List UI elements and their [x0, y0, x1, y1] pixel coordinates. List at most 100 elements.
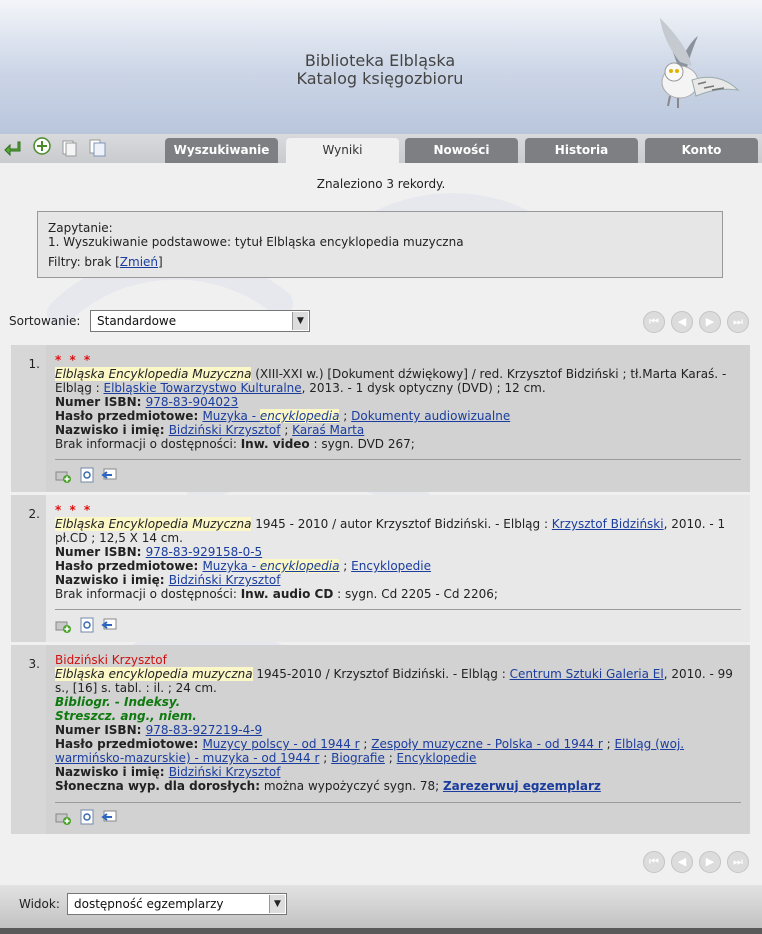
isbn-link[interactable]: 978-83-904023	[146, 395, 239, 409]
snowy-owl-logo	[660, 18, 740, 108]
first-page-icon[interactable]: ⏮	[643, 851, 665, 873]
back-arrow-icon[interactable]	[4, 139, 22, 157]
isbn-label: Numer ISBN	[55, 545, 137, 559]
subject-line: Hasło przedmiotowe: Muzycy polscy - od 1…	[55, 737, 685, 765]
chevron-down-icon[interactable]: ▼	[269, 895, 285, 913]
location-text: można wypożyczyć sygn. 78;	[260, 779, 443, 793]
publisher-link[interactable]: Centrum Sztuki Galeria El	[510, 667, 664, 681]
record-body: Bidziński Krzysztof Elbląska encyklopedi…	[46, 645, 750, 834]
isbn-line: Numer ISBN: 978-83-904023	[55, 395, 239, 409]
publisher-link[interactable]: Krzysztof Bidziński	[552, 517, 664, 531]
isbn-line: Numer ISBN: 978-83-929158-0-5	[55, 545, 263, 559]
details-icon[interactable]	[79, 617, 95, 633]
tab-konto[interactable]: Konto	[645, 138, 758, 164]
last-page-icon[interactable]: ⏭	[727, 311, 749, 333]
change-filters-link[interactable]: Zmień	[120, 255, 158, 269]
subject-text: Muzyka -	[202, 559, 260, 573]
name-line: Nazwisko i imię: Bidziński Krzysztof	[55, 573, 281, 587]
subject-link[interactable]: Encyklopedie	[351, 559, 431, 573]
record-note: Bibliogr. - Indeksy.	[55, 695, 181, 709]
subject-link[interactable]: Biografie	[331, 751, 385, 765]
prev-page-icon[interactable]: ◀	[671, 311, 693, 333]
isbn-label: Numer ISBN	[55, 723, 137, 737]
subject-text-highlight: encyklopedia	[259, 409, 340, 423]
subject-label: Hasło przedmiotowe	[55, 409, 194, 423]
subject-link[interactable]: Encyklopedie	[397, 751, 477, 765]
name-link[interactable]: Bidziński Krzysztof	[169, 423, 281, 437]
isbn-link[interactable]: 978-83-927219-4-9	[146, 723, 263, 737]
isbn-link[interactable]: 978-83-929158-0-5	[146, 545, 263, 559]
record-actions	[55, 467, 125, 485]
subject-text: Muzyka -	[202, 409, 260, 423]
add-to-basket-icon[interactable]	[55, 617, 71, 633]
name-line: Nazwisko i imię: Bidziński Krzysztof ; K…	[55, 423, 365, 437]
next-page-icon[interactable]: ▶	[699, 851, 721, 873]
publisher-link[interactable]: Elbląskie Towarzystwo Kulturalne	[104, 381, 302, 395]
subject-link[interactable]: Zespoły muzyczne - Polska - od 1944 r	[371, 737, 603, 751]
chevron-down-icon[interactable]: ▼	[292, 312, 308, 330]
site-title-line2: Katalog księgozbioru	[296, 69, 464, 88]
view-select-value: dostępność egzemplarzy	[74, 897, 224, 911]
record-body: * * * Elbląska Encyklopedia Muzyczna 194…	[46, 495, 750, 642]
name-link[interactable]: Bidziński Krzysztof	[169, 765, 281, 779]
next-page-icon[interactable]: ▶	[699, 311, 721, 333]
record-description: Elbląska encyklopedia muzyczna 1945-2010…	[55, 667, 741, 695]
name-link[interactable]: Karaś Marta	[292, 423, 364, 437]
record-title: Elbląska Encyklopedia Muzyczna	[55, 517, 252, 531]
availability-sygn: : sygn. Cd 2205 - Cd 2206;	[333, 587, 498, 601]
tab-historia[interactable]: Historia	[525, 138, 638, 164]
tab-nowosci[interactable]: Nowości	[405, 138, 518, 164]
add-to-basket-icon[interactable]	[55, 809, 71, 825]
divider	[55, 802, 741, 803]
availability-sygn: : sygn. DVD 267;	[309, 437, 415, 451]
results-panel: Znaleziono 3 rekordy. Zapytanie: 1. Wysz…	[0, 163, 762, 885]
export-icon[interactable]	[101, 809, 117, 825]
add-to-basket-icon[interactable]	[55, 467, 71, 483]
add-icon[interactable]	[33, 137, 51, 155]
prev-page-icon[interactable]: ◀	[671, 851, 693, 873]
availability-line: Brak informacji o dostępności: Inw. audi…	[55, 587, 741, 601]
header: Biblioteka Elbląska Katalog księgozbioru	[0, 0, 762, 134]
name-link[interactable]: Bidziński Krzysztof	[169, 573, 281, 587]
tab-wyszukiwanie[interactable]: Wyszukiwanie	[165, 138, 278, 164]
subject-link[interactable]: Muzycy polscy - od 1944 r	[202, 737, 359, 751]
rating-stars: * * *	[55, 503, 93, 517]
name-label: Nazwisko i imię	[55, 573, 160, 587]
availability-inv: Inw. audio CD	[240, 587, 334, 601]
filters-line: Filtry: brak [Zmień]	[48, 255, 712, 269]
bottom-bar: Widok: dostępność egzemplarzy ▼	[0, 885, 762, 934]
desc-text: 1945-2010 / Krzysztof Bidziński. - Elblą…	[252, 667, 510, 681]
record-description: Elbląska Encyklopedia Muzyczna (XIII-XXI…	[55, 367, 741, 395]
isbn-label: Numer ISBN	[55, 395, 137, 409]
last-page-icon[interactable]: ⏭	[727, 851, 749, 873]
availability-text: Brak informacji o dostępności:	[55, 437, 241, 451]
reserve-link[interactable]: Zarezerwuj egzemplarz	[443, 779, 601, 793]
subject-link[interactable]: Muzyka - encyklopedia	[202, 409, 340, 423]
location-line: Słoneczna wyp. dla dorosłych: można wypo…	[55, 779, 741, 793]
result-record: 3. Bidziński Krzysztof Elbląska encyklop…	[11, 645, 750, 834]
availability-inv: Inw. video	[240, 437, 310, 451]
query-line: 1. Wyszukiwanie podstawowe: tytuł Elbląs…	[48, 235, 464, 249]
isbn-line: Numer ISBN: 978-83-927219-4-9	[55, 723, 263, 737]
subject-link[interactable]: Muzyka - encyklopedia	[202, 559, 340, 573]
export-icon[interactable]	[101, 617, 117, 633]
tab-wyniki[interactable]: Wyniki	[286, 138, 399, 164]
site-title-line1: Biblioteka Elbląska	[304, 51, 456, 70]
copy-icon[interactable]	[60, 139, 78, 157]
result-record: 1. * * * Elbląska Encyklopedia Muzyczna …	[11, 345, 750, 492]
result-record: 2. * * * Elbląska Encyklopedia Muzyczna …	[11, 495, 750, 642]
availability-line: Brak informacji o dostępności: Inw. vide…	[55, 437, 741, 451]
details-icon[interactable]	[79, 809, 95, 825]
subject-link[interactable]: Dokumenty audiowizualne	[351, 409, 510, 423]
sort-select[interactable]: Standardowe ▼	[90, 310, 310, 332]
record-number: 2.	[11, 495, 44, 642]
name-label: Nazwisko i imię	[55, 765, 160, 779]
subject-line: Hasło przedmiotowe: Muzyka - encyklopedi…	[55, 409, 511, 423]
view-select[interactable]: dostępność egzemplarzy ▼	[67, 893, 287, 915]
export-icon[interactable]	[101, 467, 117, 483]
copy-all-icon[interactable]	[88, 139, 106, 157]
first-page-icon[interactable]: ⏮	[643, 311, 665, 333]
details-icon[interactable]	[79, 467, 95, 483]
availability-text: Brak informacji o dostępności:	[55, 587, 241, 601]
site-title: Biblioteka Elbląska Katalog księgozbioru	[240, 52, 520, 88]
